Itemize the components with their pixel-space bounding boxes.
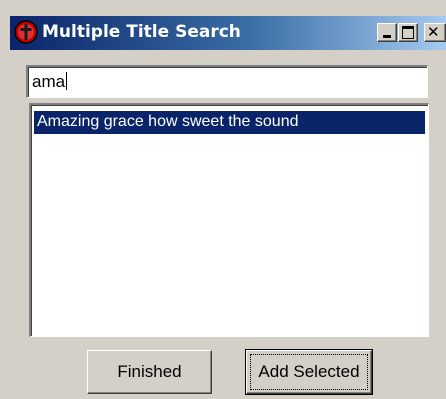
window-title: Multiple Title Search xyxy=(42,22,241,42)
results-listbox[interactable]: Amazing grace how sweet the sound xyxy=(29,103,429,337)
cross-circle-icon xyxy=(14,20,38,44)
add-selected-button[interactable]: Add Selected xyxy=(245,349,373,395)
text-caret xyxy=(66,72,68,90)
minimize-button[interactable] xyxy=(377,23,397,42)
search-input-value: ama xyxy=(32,72,66,91)
focus-rectangle xyxy=(250,354,368,390)
multiple-title-search-window: Multiple Title Search ✕ ama Amazing grac… xyxy=(0,0,446,399)
maximize-button[interactable] xyxy=(398,23,418,42)
close-button[interactable]: ✕ xyxy=(424,23,446,42)
minimize-icon xyxy=(383,35,391,38)
title-bar[interactable]: Multiple Title Search ✕ xyxy=(10,16,446,50)
list-item-label: Amazing grace how sweet the sound xyxy=(37,113,299,130)
close-icon: ✕ xyxy=(427,23,440,41)
maximize-icon xyxy=(402,26,414,39)
finished-button-label: Finished xyxy=(117,362,182,381)
search-input[interactable]: ama xyxy=(26,65,428,98)
list-item[interactable]: Amazing grace how sweet the sound xyxy=(34,111,425,134)
finished-button[interactable]: Finished xyxy=(87,350,212,394)
